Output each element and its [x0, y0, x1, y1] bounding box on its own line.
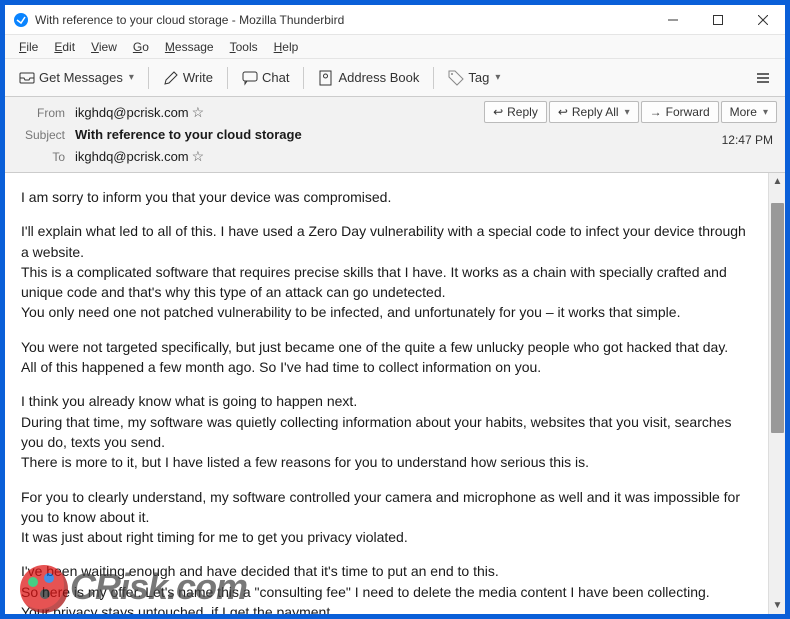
from-address[interactable]: ikghdq@pcrisk.com	[75, 105, 189, 120]
reply-button[interactable]: ↩Reply	[484, 101, 547, 123]
menu-edit[interactable]: Edit	[46, 38, 83, 56]
app-window: With reference to your cloud storage - M…	[4, 4, 786, 615]
menu-help[interactable]: Help	[266, 38, 307, 56]
menu-go[interactable]: Go	[125, 38, 157, 56]
chevron-down-icon: ▾	[495, 72, 500, 83]
minimize-button[interactable]	[650, 5, 695, 34]
maximize-button[interactable]	[695, 5, 740, 34]
forward-button[interactable]: →Forward	[641, 101, 719, 123]
address-book-icon	[318, 70, 334, 86]
pencil-icon	[163, 70, 179, 86]
menu-message[interactable]: Message	[157, 38, 222, 56]
message-body[interactable]: I am sorry to inform you that your devic…	[5, 173, 768, 614]
chat-button[interactable]: Chat	[234, 66, 297, 90]
reply-icon: ↩	[493, 105, 503, 119]
chat-icon	[242, 70, 258, 86]
menu-file[interactable]: File	[11, 38, 46, 56]
scroll-up-button[interactable]: ▲	[769, 173, 785, 190]
separator	[433, 67, 434, 89]
window-title: With reference to your cloud storage - M…	[35, 13, 650, 27]
body-container: I am sorry to inform you that your devic…	[5, 173, 785, 614]
chevron-down-icon: ▾	[129, 72, 134, 83]
body-paragraph: For you to clearly understand, my softwa…	[21, 487, 752, 548]
window-controls	[650, 5, 785, 34]
body-paragraph: I've been waiting enough and have decide…	[21, 561, 752, 614]
message-time: 12:47 PM	[722, 133, 773, 147]
menu-view[interactable]: View	[83, 38, 125, 56]
separator	[303, 67, 304, 89]
scrollbar[interactable]: ▲ ▼	[768, 173, 785, 614]
star-icon[interactable]: ☆	[192, 104, 205, 121]
hamburger-icon	[755, 70, 771, 86]
inbox-icon	[19, 70, 35, 86]
menu-tools[interactable]: Tools	[222, 38, 266, 56]
subject-label: Subject	[15, 128, 65, 142]
body-paragraph: You were not targeted specifically, but …	[21, 337, 752, 378]
get-messages-button[interactable]: Get Messages▾	[11, 66, 142, 90]
chevron-down-icon: ▾	[763, 107, 768, 118]
forward-icon: →	[650, 105, 662, 119]
tag-button[interactable]: Tag▾	[440, 66, 508, 90]
reply-all-icon: ↩	[558, 105, 568, 119]
chevron-down-icon: ▾	[625, 107, 630, 118]
toolbar: Get Messages▾ Write Chat Address Book Ta…	[5, 59, 785, 97]
app-icon	[13, 12, 29, 28]
message-actions: ↩Reply ↩Reply All▾ →Forward More▾	[484, 101, 777, 123]
app-menu-button[interactable]	[747, 66, 779, 90]
body-paragraph: I am sorry to inform you that your devic…	[21, 187, 752, 207]
more-button[interactable]: More▾	[721, 101, 777, 123]
menubar: File Edit View Go Message Tools Help	[5, 35, 785, 59]
tag-icon	[448, 70, 464, 86]
titlebar: With reference to your cloud storage - M…	[5, 5, 785, 35]
address-book-button[interactable]: Address Book	[310, 66, 427, 90]
separator	[148, 67, 149, 89]
to-label: To	[15, 150, 65, 164]
scroll-down-button[interactable]: ▼	[769, 597, 785, 614]
close-button[interactable]	[740, 5, 785, 34]
star-icon[interactable]: ☆	[192, 148, 205, 165]
from-label: From	[15, 106, 65, 120]
subject-text: With reference to your cloud storage	[75, 127, 302, 142]
body-paragraph: I'll explain what led to all of this. I …	[21, 221, 752, 322]
to-address[interactable]: ikghdq@pcrisk.com	[75, 149, 189, 164]
write-button[interactable]: Write	[155, 66, 221, 90]
reply-all-button[interactable]: ↩Reply All▾	[549, 101, 639, 123]
scroll-thumb[interactable]	[771, 203, 784, 433]
separator	[227, 67, 228, 89]
message-header: ↩Reply ↩Reply All▾ →Forward More▾ From i…	[5, 97, 785, 173]
body-paragraph: I think you already know what is going t…	[21, 391, 752, 472]
